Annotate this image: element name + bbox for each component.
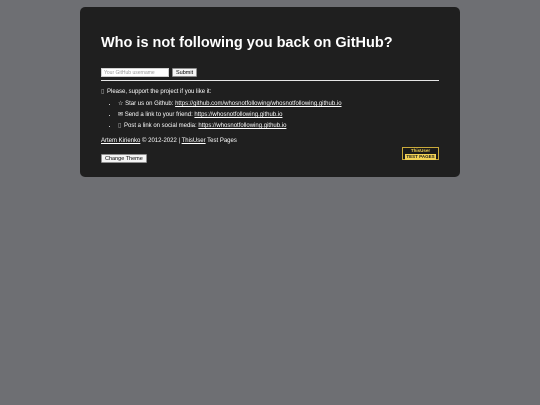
username-input[interactable] bbox=[101, 68, 169, 77]
star-text: Star us on Github: bbox=[125, 101, 176, 107]
thisuser-badge[interactable]: ThisUser TEST PAGES bbox=[402, 147, 439, 160]
badge-line1: ThisUser bbox=[410, 148, 431, 153]
mail-text: Send a link to your friend: bbox=[124, 112, 195, 118]
author-link[interactable]: Artem Kirienko bbox=[101, 138, 140, 144]
share-text: Post a link on social media: bbox=[123, 123, 199, 129]
mail-icon: ✉ bbox=[118, 112, 124, 118]
support-intro: ▯ Please, support the project if you lik… bbox=[101, 88, 211, 95]
info-icon: ▯ bbox=[101, 89, 105, 95]
share-icon: ▯ bbox=[118, 123, 122, 129]
username-form: Submit bbox=[101, 68, 198, 77]
list-item-mail: ✉ Send a link to your friend: https://wh… bbox=[118, 110, 342, 121]
test-pages-text: Test Pages bbox=[205, 138, 237, 144]
footer: Artem Kirienko © 2012-2022 | ThisUser Te… bbox=[101, 138, 237, 144]
page-title: Who is not following you back on GitHub? bbox=[101, 35, 393, 51]
change-theme-button[interactable]: Change Theme bbox=[101, 154, 147, 163]
badge-line2: TEST PAGES bbox=[405, 153, 436, 160]
support-intro-text: Please, support the project if you like … bbox=[106, 89, 212, 95]
main-card: Who is not following you back on GitHub?… bbox=[80, 7, 460, 177]
submit-button[interactable]: Submit bbox=[172, 68, 198, 77]
star-icon: ☆ bbox=[118, 101, 124, 107]
thisuser-link[interactable]: ThisUser bbox=[182, 138, 206, 144]
social-link[interactable]: https://whosnotfollowing.github.io bbox=[198, 123, 286, 129]
support-list: ☆ Star us on Github: https://github.com/… bbox=[101, 99, 342, 132]
list-item-share: ▯ Post a link on social media: https://w… bbox=[118, 121, 342, 132]
divider bbox=[101, 80, 439, 81]
github-repo-link[interactable]: https://github.com/whosnotfollowing/whos… bbox=[175, 101, 341, 107]
copyright-text: © 2012-2022 | bbox=[140, 138, 182, 144]
list-item-star: ☆ Star us on Github: https://github.com/… bbox=[118, 99, 342, 110]
friend-link[interactable]: https://whosnotfollowing.github.io bbox=[194, 112, 282, 118]
